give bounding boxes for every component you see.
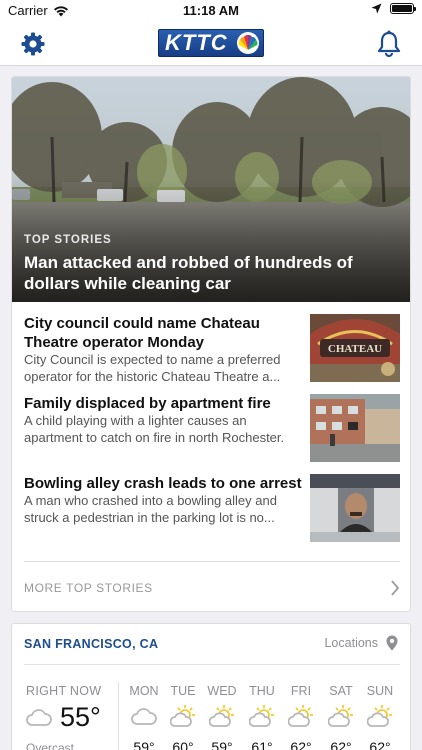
- hero-story[interactable]: TOP STORIES Man attacked and robbed of h…: [12, 77, 410, 302]
- locations-button[interactable]: Locations: [324, 635, 398, 651]
- story-item[interactable]: Family displaced by apartment fire A chi…: [24, 394, 400, 466]
- forecast-day-temp: 59°: [211, 739, 233, 750]
- status-bar: Carrier 11:18 AM: [0, 0, 422, 22]
- story-thumbnail: [310, 474, 400, 542]
- current-temperature: 55°: [60, 702, 101, 732]
- forecast-day: FRI 62°: [281, 684, 321, 750]
- forecast-day-label: THU: [249, 684, 275, 698]
- gear-icon[interactable]: [20, 31, 46, 57]
- more-top-stories-label: MORE TOP STORIES: [24, 581, 153, 595]
- story-summary: A child playing with a lighter causes an…: [24, 413, 285, 445]
- nbc-peacock-icon: [237, 32, 259, 54]
- weather-city[interactable]: SAN FRANCISCO, CA: [24, 637, 158, 651]
- battery-icon: [390, 3, 416, 14]
- more-divider: [24, 561, 400, 562]
- forecast-day-label: WED: [207, 684, 237, 698]
- story-thumbnail: CHATEAU: [310, 314, 400, 382]
- location-pin-icon: [386, 635, 398, 651]
- bell-icon[interactable]: [376, 30, 402, 58]
- nav-bar: KTTC: [0, 22, 422, 66]
- chevron-right-icon: [391, 580, 400, 596]
- forecast-day-label: MON: [129, 684, 159, 698]
- weather-divider: [24, 664, 400, 665]
- partly-sunny-icon: [328, 705, 353, 727]
- forecast-day-label: FRI: [290, 684, 312, 698]
- cloud-icon: [131, 708, 157, 725]
- forecast-day: SAT 62°: [321, 684, 361, 750]
- forecast-day: MON 59°: [124, 684, 164, 750]
- current-condition: Overcast: [26, 741, 75, 750]
- logo-text: KTTC: [165, 30, 228, 55]
- forecast-day-temp: 61°: [251, 739, 273, 750]
- story-title: Bowling alley crash leads to one arrest: [24, 475, 302, 492]
- story-title: City council could name Chateau Theatre …: [24, 315, 260, 351]
- forecast-day: SUN 62°: [360, 684, 400, 750]
- forecast-day: WED 59°: [202, 684, 242, 750]
- locations-label: Locations: [324, 636, 378, 650]
- cloud-icon: [26, 709, 52, 726]
- weather-card: SAN FRANCISCO, CA Locations RIGHT NOW 55…: [11, 623, 411, 750]
- story-title: Family displaced by apartment fire: [24, 395, 271, 412]
- weather-column-divider: [118, 682, 119, 750]
- hero-kicker: TOP STORIES: [24, 234, 112, 246]
- partly-sunny-icon: [170, 705, 195, 727]
- forecast-day-label: SAT: [329, 684, 353, 698]
- partly-sunny-icon: [209, 705, 234, 727]
- story-text: Bowling alley crash leads to one arrest …: [24, 474, 302, 527]
- forecast-day-temp: 62°: [290, 739, 312, 750]
- forecast-day-label: TUE: [170, 684, 196, 698]
- kttc-logo: KTTC: [158, 29, 264, 57]
- forecast-day: THU 61°: [242, 684, 282, 750]
- thumbnail-sign-text: CHATEAU: [328, 343, 382, 355]
- story-text: City council could name Chateau Theatre …: [24, 314, 302, 386]
- story-summary: A man who crashed into a bowling alley a…: [24, 493, 277, 525]
- story-item[interactable]: City council could name Chateau Theatre …: [24, 314, 400, 386]
- top-stories-card: TOP STORIES Man attacked and robbed of h…: [11, 76, 411, 612]
- forecast-day-temp: 62°: [369, 739, 391, 750]
- right-now-label: RIGHT NOW: [26, 684, 102, 698]
- story-summary: City Council is expected to name a prefe…: [24, 352, 281, 384]
- forecast-day-temp: 59°: [133, 739, 155, 750]
- more-top-stories-link[interactable]: MORE TOP STORIES: [24, 578, 400, 598]
- location-arrow-icon: [371, 3, 382, 14]
- forecast-day-temp: 62°: [330, 739, 352, 750]
- story-item[interactable]: Bowling alley crash leads to one arrest …: [24, 474, 400, 546]
- forecast-day-label: SUN: [366, 684, 394, 698]
- partly-sunny-icon: [288, 705, 313, 727]
- hero-title: Man attacked and robbed of hundreds of d…: [24, 253, 353, 293]
- story-thumbnail: [310, 394, 400, 462]
- status-time: 11:18 AM: [183, 3, 239, 18]
- partly-sunny-icon: [367, 705, 392, 727]
- partly-sunny-icon: [249, 705, 274, 727]
- story-text: Family displaced by apartment fire A chi…: [24, 394, 302, 463]
- forecast-day-temp: 60°: [172, 739, 194, 750]
- forecast-day: TUE 60°: [163, 684, 203, 750]
